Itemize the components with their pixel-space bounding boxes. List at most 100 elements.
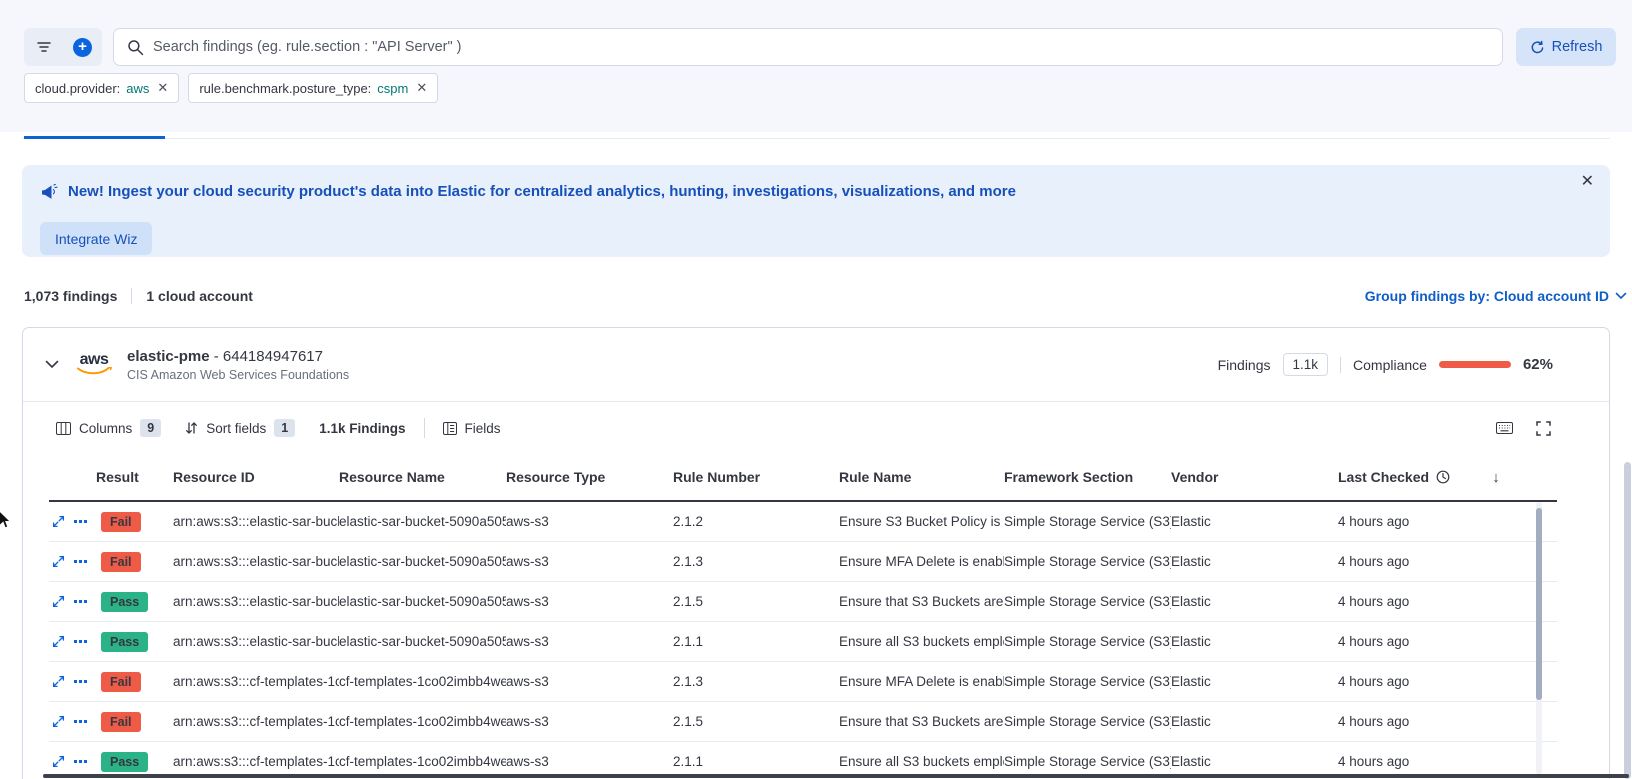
header-rule-number[interactable]: Rule Number bbox=[673, 469, 839, 485]
resource-type-cell: aws-s3 bbox=[506, 714, 673, 729]
filter-pill-posture-type[interactable]: rule.benchmark.posture_type: cspm ✕ bbox=[188, 73, 438, 103]
plus-icon: + bbox=[73, 38, 92, 57]
header-result[interactable]: Result bbox=[96, 469, 173, 485]
keyboard-shortcuts-button[interactable] bbox=[1496, 422, 1513, 434]
resource-type-cell: aws-s3 bbox=[506, 594, 673, 609]
rule-name-cell: Ensure S3 Bucket Policy is se bbox=[839, 514, 1004, 529]
sort-count-badge: 1 bbox=[274, 419, 295, 437]
last-checked-cell: 4 hours ago bbox=[1338, 514, 1461, 529]
expand-row-icon[interactable] bbox=[52, 555, 65, 568]
header-framework-section[interactable]: Framework Section bbox=[1004, 469, 1171, 485]
expand-row-icon[interactable] bbox=[52, 675, 65, 688]
columns-icon bbox=[56, 422, 71, 435]
resource-name-cell: cf-templates-1co02imbb4wel bbox=[339, 714, 506, 729]
integrate-wiz-button[interactable]: Integrate Wiz bbox=[40, 222, 152, 255]
table-row: Fail arn:aws:s3:::elastic-sar-bucket ela… bbox=[49, 502, 1557, 542]
benchmark-name: CIS Amazon Web Services Foundations bbox=[127, 368, 349, 382]
grid-scrollbar-thumb[interactable] bbox=[1536, 508, 1542, 700]
last-checked-cell: 4 hours ago bbox=[1338, 594, 1461, 609]
resource-id-cell: arn:aws:s3:::elastic-sar-bucket bbox=[173, 634, 339, 649]
search-input[interactable] bbox=[153, 39, 1489, 55]
active-tab-indicator[interactable] bbox=[24, 136, 165, 139]
rule-name-cell: Ensure that S3 Buckets are co bbox=[839, 714, 1004, 729]
fields-button[interactable]: Fields bbox=[443, 421, 501, 436]
header-resource-id[interactable]: Resource ID bbox=[173, 469, 339, 485]
table-row: Fail arn:aws:s3:::cf-templates-1co cf-te… bbox=[49, 702, 1557, 742]
filter-lines-icon bbox=[37, 41, 51, 53]
resource-id-cell: arn:aws:s3:::cf-templates-1co bbox=[173, 714, 339, 729]
filter-menu-button[interactable] bbox=[24, 28, 63, 66]
grid-body: Fail arn:aws:s3:::elastic-sar-bucket ela… bbox=[49, 502, 1557, 779]
framework-section-cell: Simple Storage Service (S3) bbox=[1004, 514, 1171, 529]
vendor-cell: Elastic bbox=[1171, 634, 1338, 649]
page-scrollbar-thumb[interactable] bbox=[1624, 462, 1631, 779]
banner-close-icon[interactable]: ✕ bbox=[1581, 171, 1594, 191]
framework-section-cell: Simple Storage Service (S3) bbox=[1004, 754, 1171, 769]
grid-horizontal-scrollbar[interactable] bbox=[43, 774, 1629, 778]
result-badge: Fail bbox=[101, 672, 141, 692]
cloud-posture-findings-page: + Refresh cloud.provider: aws ✕ rule.ben… bbox=[0, 0, 1632, 779]
rule-number-cell: 2.1.3 bbox=[673, 674, 839, 689]
compliance-label: Compliance bbox=[1353, 357, 1427, 373]
row-actions-icon[interactable] bbox=[74, 760, 87, 763]
separator bbox=[131, 288, 132, 304]
result-badge: Fail bbox=[101, 552, 141, 572]
account-names: elastic-pme - 644184947617 CIS Amazon We… bbox=[127, 348, 349, 382]
row-actions-icon[interactable] bbox=[74, 600, 87, 603]
expand-row-icon[interactable] bbox=[52, 715, 65, 728]
framework-section-cell: Simple Storage Service (S3) bbox=[1004, 594, 1171, 609]
header-resource-type[interactable]: Resource Type bbox=[506, 469, 673, 485]
framework-section-cell: Simple Storage Service (S3) bbox=[1004, 554, 1171, 569]
last-checked-cell: 4 hours ago bbox=[1338, 634, 1461, 649]
expand-row-icon[interactable] bbox=[52, 755, 65, 768]
result-badge: Fail bbox=[101, 712, 141, 732]
fullscreen-button[interactable] bbox=[1536, 421, 1551, 436]
search-bar bbox=[113, 28, 1503, 66]
add-filter-button[interactable]: + bbox=[63, 28, 102, 66]
account-group-header[interactable]: aws elastic-pme - 644184947617 CIS Amazo… bbox=[23, 328, 1609, 402]
filter-pill-cloud-provider[interactable]: cloud.provider: aws ✕ bbox=[24, 73, 179, 103]
cloud-accounts-count: 1 cloud account bbox=[146, 288, 253, 304]
group-findings-by-dropdown[interactable]: Group findings by: Cloud account ID bbox=[1365, 288, 1627, 304]
expand-row-icon[interactable] bbox=[52, 595, 65, 608]
result-badge: Fail bbox=[101, 512, 141, 532]
header-rule-name[interactable]: Rule Name bbox=[839, 469, 1004, 485]
framework-section-cell: Simple Storage Service (S3) bbox=[1004, 714, 1171, 729]
remove-filter-icon[interactable]: ✕ bbox=[157, 80, 168, 96]
header-resource-name[interactable]: Resource Name bbox=[339, 469, 506, 485]
account-group-card: aws elastic-pme - 644184947617 CIS Amazo… bbox=[22, 327, 1610, 779]
rule-name-cell: Ensure MFA Delete is enabled bbox=[839, 554, 1004, 569]
last-checked-cell: 4 hours ago bbox=[1338, 554, 1461, 569]
refresh-icon bbox=[1530, 40, 1545, 55]
header-last-checked[interactable]: Last Checked bbox=[1338, 469, 1461, 485]
last-checked-cell: 4 hours ago bbox=[1338, 714, 1461, 729]
query-toolbar: + Refresh cloud.provider: aws ✕ rule.ben… bbox=[0, 0, 1632, 132]
row-actions-icon[interactable] bbox=[74, 640, 87, 643]
resource-id-cell: arn:aws:s3:::cf-templates-1co bbox=[173, 674, 339, 689]
row-actions-icon[interactable] bbox=[74, 680, 87, 683]
resource-name-cell: cf-templates-1co02imbb4wel bbox=[339, 674, 506, 689]
expand-row-icon[interactable] bbox=[52, 635, 65, 648]
sort-fields-button[interactable]: Sort fields 1 bbox=[185, 419, 295, 437]
resource-id-cell: arn:aws:s3:::elastic-sar-bucket bbox=[173, 554, 339, 569]
row-actions-icon[interactable] bbox=[74, 560, 87, 563]
rule-name-cell: Ensure that S3 Buckets are co bbox=[839, 594, 1004, 609]
row-actions-icon[interactable] bbox=[74, 720, 87, 723]
columns-button[interactable]: Columns 9 bbox=[56, 419, 161, 437]
filter-pills: cloud.provider: aws ✕ rule.benchmark.pos… bbox=[24, 73, 438, 103]
grid-header-row: Result Resource ID Resource Name Resourc… bbox=[49, 454, 1557, 502]
sort-direction-icon[interactable]: ↓ bbox=[1492, 469, 1500, 486]
last-checked-cell: 4 hours ago bbox=[1338, 674, 1461, 689]
refresh-button[interactable]: Refresh bbox=[1516, 28, 1616, 66]
resource-id-cell: arn:aws:s3:::cf-templates-1co bbox=[173, 754, 339, 769]
rule-name-cell: Ensure MFA Delete is enabled bbox=[839, 674, 1004, 689]
row-actions-icon[interactable] bbox=[74, 520, 87, 523]
expand-row-icon[interactable] bbox=[52, 515, 65, 528]
filter-button-group: + bbox=[24, 28, 102, 66]
remove-filter-icon[interactable]: ✕ bbox=[416, 80, 427, 96]
resource-type-cell: aws-s3 bbox=[506, 554, 673, 569]
fullscreen-icon bbox=[1536, 421, 1551, 436]
data-grid-toolbar: Columns 9 Sort fields 1 1.1k Findings Fi… bbox=[23, 402, 1609, 454]
header-vendor[interactable]: Vendor bbox=[1171, 469, 1338, 485]
collapse-chevron-icon[interactable] bbox=[45, 360, 59, 369]
